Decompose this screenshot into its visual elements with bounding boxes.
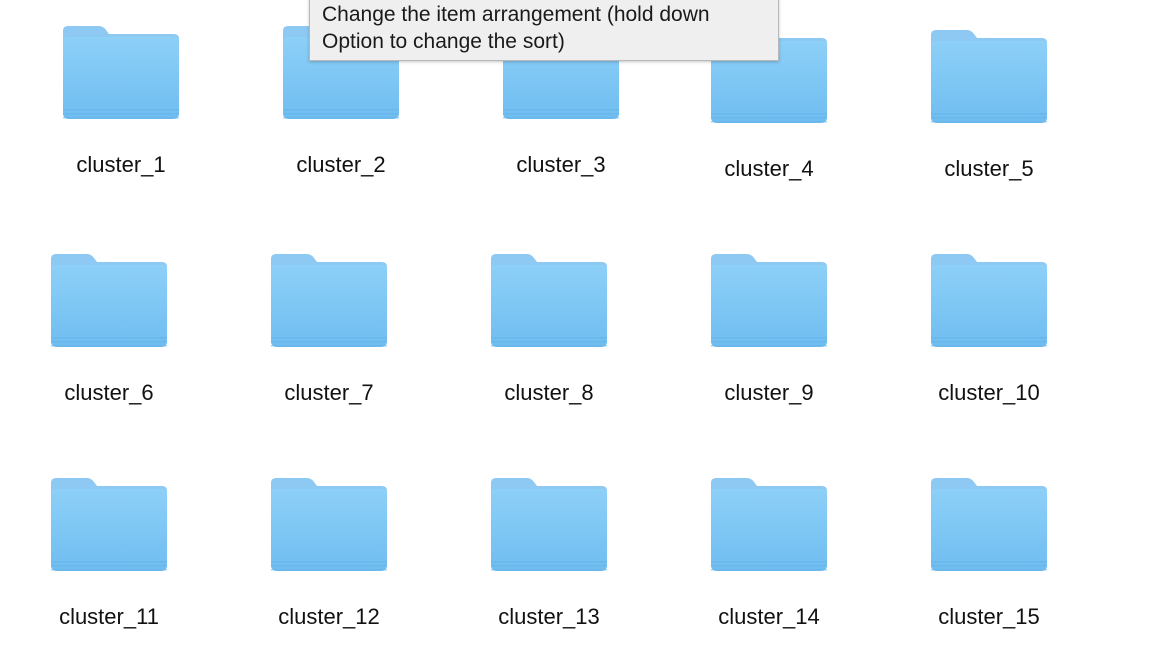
folder-item-cluster-11[interactable]: cluster_11 — [29, 477, 189, 657]
folder-label[interactable]: cluster_13 — [469, 604, 629, 630]
folder-icon[interactable] — [709, 477, 829, 577]
tooltip-line-2: Option to change the sort) — [322, 30, 565, 53]
folder-item-cluster-13[interactable]: cluster_13 — [469, 477, 629, 657]
folder-icon[interactable] — [49, 477, 169, 577]
folder-item-cluster-6[interactable]: cluster_6 — [29, 253, 189, 433]
folder-label[interactable]: cluster_11 — [29, 604, 189, 630]
folder-icon[interactable] — [929, 29, 1049, 129]
folder-item-cluster-10[interactable]: cluster_10 — [909, 253, 1069, 433]
finder-icon-view: cluster_1 cluster_2 cluster_3 cluster_4 … — [0, 0, 1163, 668]
folder-icon[interactable] — [929, 477, 1049, 577]
folder-label[interactable]: cluster_4 — [689, 156, 849, 182]
folder-label[interactable]: cluster_7 — [249, 380, 409, 406]
folder-label[interactable]: cluster_1 — [41, 152, 201, 178]
folder-label[interactable]: cluster_10 — [909, 380, 1069, 406]
folder-icon[interactable] — [489, 253, 609, 353]
folder-item-cluster-5[interactable]: cluster_5 — [909, 29, 1069, 209]
folder-label[interactable]: cluster_12 — [249, 604, 409, 630]
folder-icon[interactable] — [269, 253, 389, 353]
folder-label[interactable]: cluster_14 — [689, 604, 849, 630]
folder-label[interactable]: cluster_8 — [469, 380, 629, 406]
folder-label[interactable]: cluster_6 — [29, 380, 189, 406]
folder-label[interactable]: cluster_5 — [909, 156, 1069, 182]
folder-label[interactable]: cluster_9 — [689, 380, 849, 406]
arrangement-tooltip: Change the item arrangement (hold down O… — [309, 0, 779, 61]
folder-icon[interactable] — [269, 477, 389, 577]
folder-item-cluster-12[interactable]: cluster_12 — [249, 477, 409, 657]
folder-item-cluster-9[interactable]: cluster_9 — [689, 253, 849, 433]
folder-item-cluster-15[interactable]: cluster_15 — [909, 477, 1069, 657]
folder-label[interactable]: cluster_2 — [261, 152, 421, 178]
folder-label[interactable]: cluster_15 — [909, 604, 1069, 630]
folder-item-cluster-14[interactable]: cluster_14 — [689, 477, 849, 657]
folder-icon[interactable] — [61, 25, 181, 125]
folder-icon[interactable] — [489, 477, 609, 577]
folder-item-cluster-8[interactable]: cluster_8 — [469, 253, 629, 433]
folder-label[interactable]: cluster_3 — [481, 152, 641, 178]
tooltip-line-1: Change the item arrangement (hold down — [322, 3, 710, 26]
folder-icon[interactable] — [709, 253, 829, 353]
folder-icon[interactable] — [49, 253, 169, 353]
folder-icon[interactable] — [929, 253, 1049, 353]
folder-item-cluster-7[interactable]: cluster_7 — [249, 253, 409, 433]
folder-item-cluster-1[interactable]: cluster_1 — [41, 25, 201, 205]
